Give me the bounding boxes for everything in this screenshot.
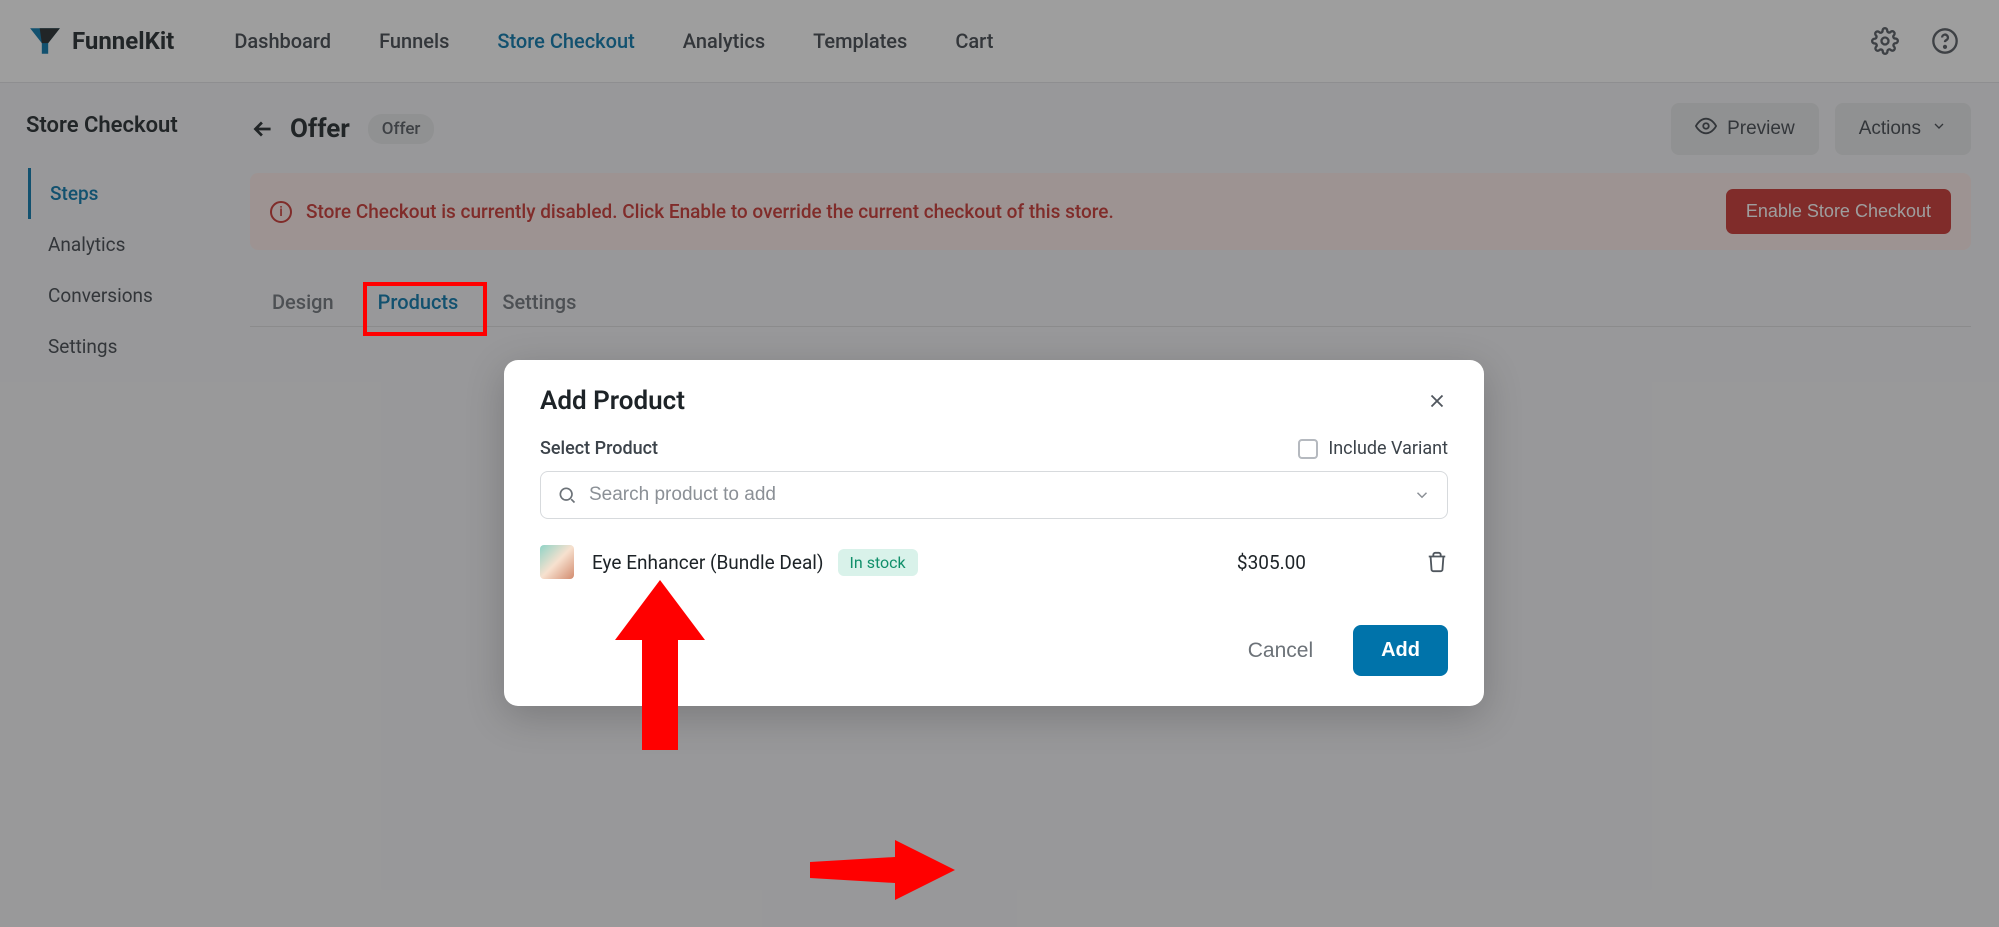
chevron-down-icon xyxy=(1413,486,1431,504)
include-variant-checkbox[interactable] xyxy=(1298,439,1318,459)
select-product-label: Select Product xyxy=(540,438,658,459)
product-name: Eye Enhancer (Bundle Deal) xyxy=(592,551,824,574)
modal-body: Select Product Include Variant Eye Enhan… xyxy=(504,438,1484,597)
product-price: $305.00 xyxy=(1237,551,1306,574)
stock-badge: In stock xyxy=(838,549,918,576)
product-search-combobox[interactable] xyxy=(540,471,1448,519)
modal-footer: Cancel Add xyxy=(504,597,1484,706)
modal-header: Add Product xyxy=(504,360,1484,438)
trash-icon[interactable] xyxy=(1426,551,1448,573)
modal-title: Add Product xyxy=(540,386,685,416)
close-icon[interactable] xyxy=(1426,390,1448,412)
add-button[interactable]: Add xyxy=(1353,625,1448,676)
select-product-row: Select Product Include Variant xyxy=(540,438,1448,459)
search-input[interactable] xyxy=(589,484,1413,506)
include-variant-label: Include Variant xyxy=(1328,438,1448,459)
cancel-button[interactable]: Cancel xyxy=(1248,639,1313,663)
product-thumbnail xyxy=(540,545,574,579)
include-variant-wrap: Include Variant xyxy=(1298,438,1448,459)
search-icon xyxy=(557,485,577,505)
selected-product-row: Eye Enhancer (Bundle Deal) In stock $305… xyxy=(540,535,1448,587)
add-product-modal: Add Product Select Product Include Varia… xyxy=(504,360,1484,706)
